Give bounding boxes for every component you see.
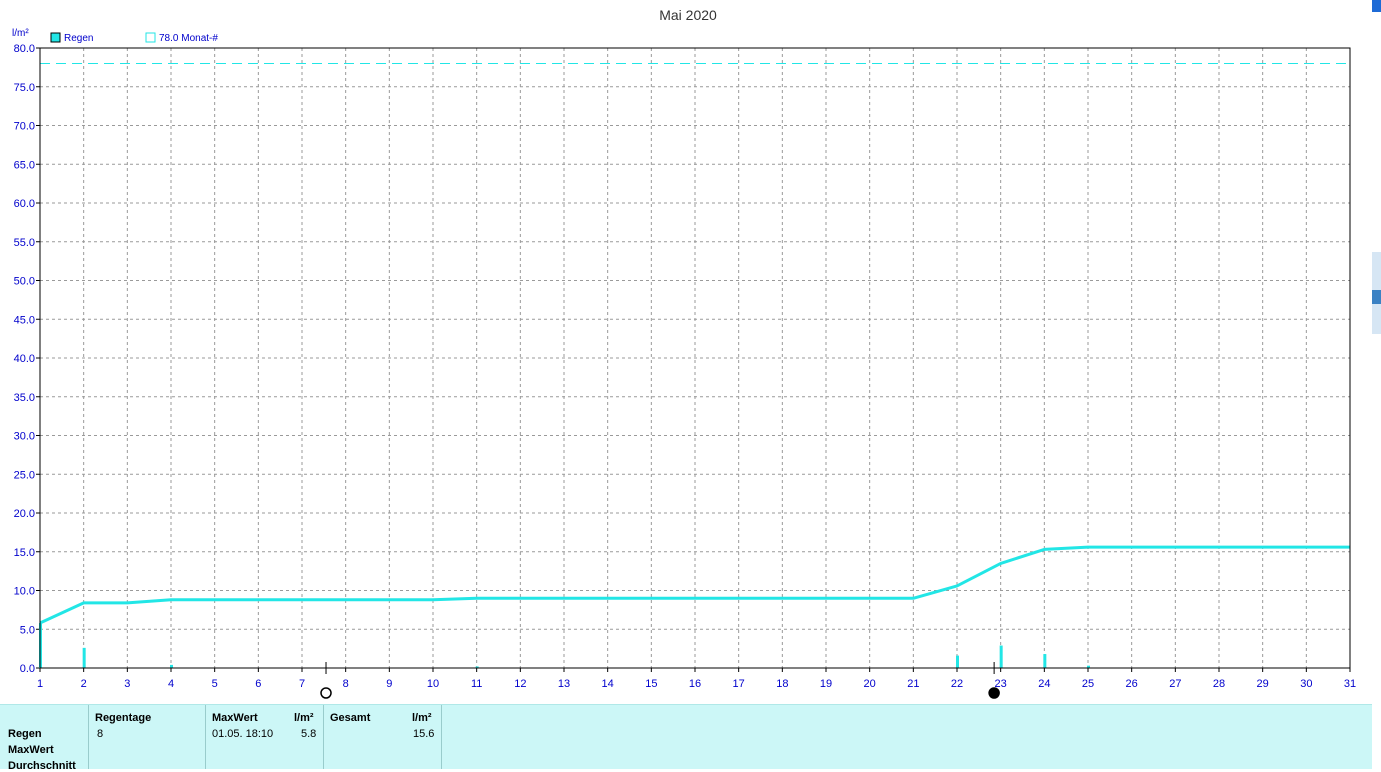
x-tick-label: 19 (820, 678, 832, 690)
header-regentage: Regentage (95, 712, 152, 724)
y-tick-label: 55.0 (14, 237, 35, 249)
x-tick-label: 30 (1300, 678, 1312, 690)
header-maxwert: MaxWert (212, 712, 258, 724)
edge-mark (1372, 0, 1381, 12)
x-tick-label: 10 (427, 678, 439, 690)
y-tick-label: 35.0 (14, 392, 35, 404)
value-gesamt: 15.6 (413, 728, 435, 740)
x-tick-label: 9 (386, 678, 392, 690)
y-tick-label: 15.0 (14, 547, 35, 559)
y-axis-unit: l/m² (12, 28, 29, 39)
stats-divider (205, 705, 206, 769)
y-tick-label: 80.0 (14, 43, 35, 55)
x-tick-label: 24 (1038, 678, 1050, 690)
y-tick-labels: 0.0 5.0 10.0 15.0 20.0 25.0 30.0 35.0 40.0 45.0 50… (14, 43, 35, 675)
y-tick-label: 45.0 (14, 314, 35, 326)
grid-layer (36, 47, 1351, 672)
unit-gesamt: l/m² (412, 712, 432, 724)
row-label-durchschnitt: Durchschnitt (8, 760, 76, 772)
x-tick-label: 28 (1213, 678, 1225, 690)
legend-regen-swatch (50, 32, 61, 43)
y-tick-label: 30.0 (14, 431, 35, 443)
x-tick-label: 31 (1344, 678, 1356, 690)
x-tick-label: 11 (471, 678, 482, 690)
y-tick-label: 0.0 (20, 663, 35, 675)
x-tick-label: 13 (558, 678, 570, 690)
x-tick-label: 29 (1257, 678, 1269, 690)
statistics-panel: Regen MaxWert Durchschnitt Regentage 8 M… (0, 704, 1372, 772)
row-label-regen: Regen (8, 728, 42, 740)
x-tick-label: 26 (1126, 678, 1138, 690)
new-moon-icon (988, 687, 1000, 699)
window-edge (1372, 0, 1381, 768)
x-tick-label: 14 (602, 678, 614, 690)
x-tick-label: 20 (864, 678, 876, 690)
y-tick-label: 5.0 (20, 624, 35, 636)
value-maxwert: 5.8 (301, 728, 317, 740)
y-tick-label: 20.0 (14, 508, 35, 520)
x-tick-label: 15 (645, 678, 657, 690)
daily-rain-bar (1043, 654, 1047, 668)
y-tick-label: 60.0 (14, 198, 35, 210)
legend-monat-label: 78.0 Monat-# (159, 33, 218, 44)
y-tick-label: 65.0 (14, 159, 35, 171)
y-tick-label: 50.0 (14, 276, 35, 288)
x-tick-label: 1 (37, 678, 43, 690)
x-tick-label: 2 (81, 678, 87, 690)
x-tick-label: 16 (689, 678, 701, 690)
daily-rain-bar (956, 655, 959, 668)
rain-chart: Mai 2020 l/m² Regen 78.0 Monat-# 0.0 5.0 1… (12, 7, 1356, 699)
value-regentage: 8 (97, 728, 104, 740)
legend-monat-swatch (145, 32, 156, 43)
daily-rain-bar (82, 647, 86, 668)
x-tick-label: 4 (168, 678, 174, 690)
legend-regen-label: Regen (64, 33, 93, 44)
value-maxwert-time: 01.05. 18:10 (212, 728, 274, 740)
header-gesamt: Gesamt (330, 712, 371, 724)
y-tick-label: 70.0 (14, 121, 35, 133)
x-tick-label: 17 (733, 678, 745, 690)
x-tick-label: 12 (514, 678, 526, 690)
y-tick-label: 40.0 (14, 353, 35, 365)
stats-divider (323, 705, 324, 769)
x-tick-labels: 1 2 3 4 5 6 7 8 9 10 11 12 13 14 15 16 17 18 19 20 21 22 23 24 2… (37, 678, 1356, 690)
x-tick-label: 8 (343, 678, 349, 690)
x-tick-label: 5 (212, 678, 218, 690)
x-tick-label: 25 (1082, 678, 1094, 690)
daily-rain-bar (999, 645, 1003, 668)
x-tick-label: 21 (907, 678, 919, 690)
row-label-maxwert: MaxWert (8, 744, 54, 756)
moon-phase-layer (320, 662, 1000, 699)
full-moon-icon (320, 687, 332, 699)
stats-divider (88, 705, 89, 769)
y-tick-label: 25.0 (14, 469, 35, 481)
edge-mark (1372, 290, 1381, 304)
chart-title: Mai 2020 (659, 7, 717, 23)
x-tick-label: 6 (255, 678, 261, 690)
x-tick-label: 7 (299, 678, 305, 690)
x-tick-label: 22 (951, 678, 963, 690)
stats-divider (441, 705, 442, 769)
x-tick-label: 3 (124, 678, 130, 690)
unit-maxwert: l/m² (294, 712, 314, 724)
y-tick-label: 10.0 (14, 586, 35, 598)
x-tick-label: 18 (776, 678, 788, 690)
y-tick-label: 75.0 (14, 82, 35, 94)
x-tick-label: 27 (1169, 678, 1181, 690)
